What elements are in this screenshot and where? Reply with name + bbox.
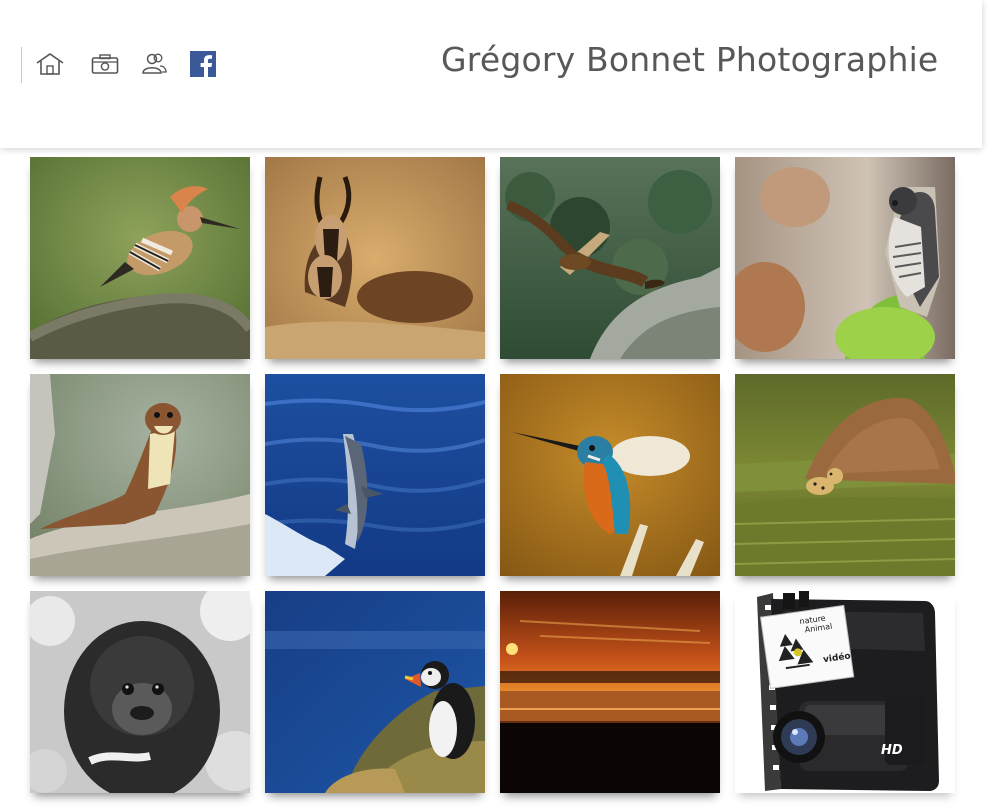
- home-icon[interactable]: [35, 50, 65, 78]
- eagle-photo: [500, 157, 720, 359]
- falcon-photo: [735, 157, 955, 359]
- gallery-tile-gorilla[interactable]: [30, 591, 250, 793]
- site-header: Grégory Bonnet Photographie: [0, 0, 982, 148]
- kingfisher-photo: [500, 374, 720, 576]
- sunset-photo: [500, 591, 720, 793]
- camera-icon[interactable]: [90, 50, 120, 78]
- gallery-tile-hoopoe[interactable]: [30, 157, 250, 359]
- hd-badge: HD: [881, 743, 903, 758]
- gallery-tile-puffin[interactable]: [265, 591, 485, 793]
- puffin-photo: [265, 591, 485, 793]
- video-note-label: vidéo: [822, 651, 852, 666]
- photo-gallery: nature Animal vidéo HD: [30, 157, 955, 793]
- chamois-photo: [265, 157, 485, 359]
- cheetah-photo: [735, 374, 955, 576]
- gallery-tile-cheetah[interactable]: [735, 374, 955, 576]
- gallery-tile-falcon[interactable]: [735, 157, 955, 359]
- header-divider: [21, 47, 22, 83]
- video-note: nature Animal vidéo: [775, 610, 859, 680]
- gallery-tile-kingfisher[interactable]: [500, 374, 720, 576]
- gallery-tile-chamois[interactable]: [265, 157, 485, 359]
- gallery-tile-video[interactable]: nature Animal vidéo HD: [735, 591, 955, 793]
- gallery-tile-dolphin[interactable]: [265, 374, 485, 576]
- hoopoe-photo: [30, 157, 250, 359]
- gallery-tile-stoat[interactable]: [30, 374, 250, 576]
- stoat-photo: [30, 374, 250, 576]
- gallery-tile-sunset[interactable]: [500, 591, 720, 793]
- facebook-icon[interactable]: [188, 50, 218, 78]
- gallery-tile-eagle[interactable]: [500, 157, 720, 359]
- site-title: Grégory Bonnet Photographie: [441, 40, 939, 79]
- dolphin-photo: [265, 374, 485, 576]
- users-icon[interactable]: [139, 50, 169, 78]
- gorilla-photo: [30, 591, 250, 793]
